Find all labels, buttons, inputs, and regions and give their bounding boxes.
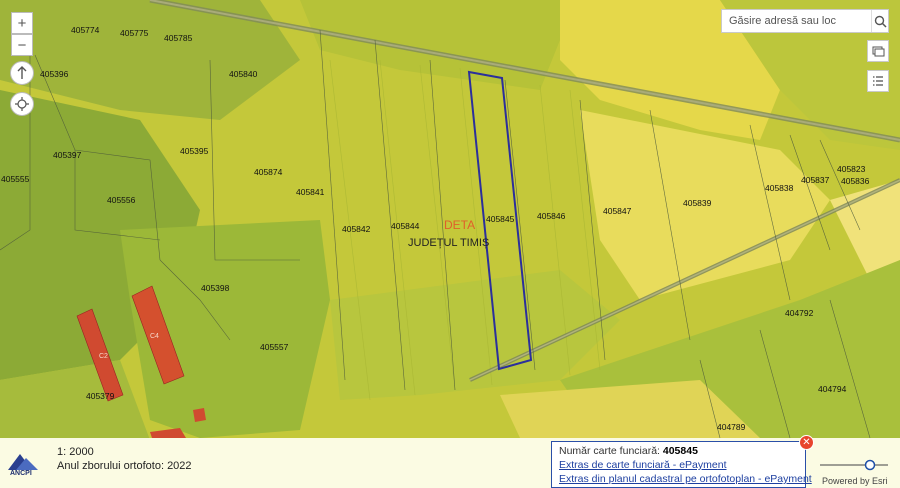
building-label-c4: C4 (150, 333, 159, 340)
logo-text: ANCPI (10, 470, 32, 477)
popup-title: Număr carte funciară: 405845 (559, 445, 698, 457)
parcel-label: 405841 (296, 187, 325, 197)
opacity-slider[interactable] (820, 459, 888, 471)
parcel-label: 404794 (818, 384, 847, 394)
parcel-label: 405838 (765, 183, 794, 193)
parcel-label: 405775 (120, 28, 149, 38)
parcel-label: 405837 (801, 175, 830, 185)
search-button[interactable] (871, 10, 888, 32)
zoom-out-button[interactable]: − (11, 34, 33, 56)
esri-attribution: Powered by Esri (822, 476, 888, 486)
county-label: JUDEȚUL TIMIȘ (408, 237, 489, 249)
map-canvas[interactable]: C2 C4 405774 405775 405785 405396 405840… (0, 0, 900, 488)
parcel-label: 405556 (107, 195, 136, 205)
search-box[interactable] (721, 9, 889, 33)
ancpi-logo-icon (8, 454, 38, 470)
parcel-label: 405397 (53, 150, 82, 160)
building-label-c2: C2 (99, 353, 108, 360)
parcel-label: 405395 (180, 146, 209, 156)
list-icon (873, 76, 883, 86)
parcel-label: 405874 (254, 167, 283, 177)
compass-button[interactable] (10, 61, 34, 85)
parcel-label: 404789 (717, 422, 746, 432)
parcel-label: 405379 (86, 391, 115, 401)
parcel-label: 405846 (537, 211, 566, 221)
parcel-label: 405823 (837, 164, 866, 174)
north-arrow-icon (17, 66, 27, 79)
legend-button[interactable] (867, 70, 889, 92)
search-input[interactable] (722, 14, 871, 28)
parcel-label: 405842 (342, 224, 371, 234)
basemap-button[interactable] (867, 40, 889, 62)
parcel-label: 405555 (1, 174, 30, 184)
parcel-label: 405557 (260, 342, 289, 352)
parcel-label: 405847 (603, 206, 632, 216)
locate-button[interactable] (10, 92, 34, 116)
parcel-label: 405836 (841, 176, 870, 186)
parcel-label: 405774 (71, 25, 100, 35)
parcel-label: 405844 (391, 221, 420, 231)
close-icon: ✕ (802, 437, 811, 448)
parcel-label: 404792 (785, 308, 814, 318)
extras-carte-funciara-link[interactable]: Extras de carte funciară - ePayment (559, 459, 727, 471)
building-small (193, 408, 206, 422)
parcel-popup: Număr carte funciară: 405845 Extras de c… (551, 441, 812, 488)
scale-readout: 1: 2000 (57, 446, 94, 458)
ancpi-logo: ANCPI (6, 450, 46, 486)
crosshair-icon (15, 97, 29, 111)
popup-close-button[interactable]: ✕ (799, 435, 814, 450)
parcel-label: 405396 (40, 69, 69, 79)
parcel-label: 405839 (683, 198, 712, 208)
layers-icon (872, 46, 885, 57)
ortho-year-text: Anul zborului ortofoto: 2022 (57, 460, 192, 472)
extras-plan-cadastral-link[interactable]: Extras din planul cadastral pe ortofotop… (559, 473, 812, 485)
search-icon (874, 15, 887, 28)
zoom-in-button[interactable]: + (11, 12, 33, 34)
slider-handle[interactable] (864, 459, 876, 471)
parcel-label-selected: 405845 (486, 214, 515, 224)
carte-funciara-number: 405845 (662, 445, 698, 457)
parcel-label: 405398 (201, 283, 230, 293)
locality-label: DETA (444, 218, 475, 232)
parcel-label: 405840 (229, 69, 258, 79)
parcel-label: 405785 (164, 33, 193, 43)
